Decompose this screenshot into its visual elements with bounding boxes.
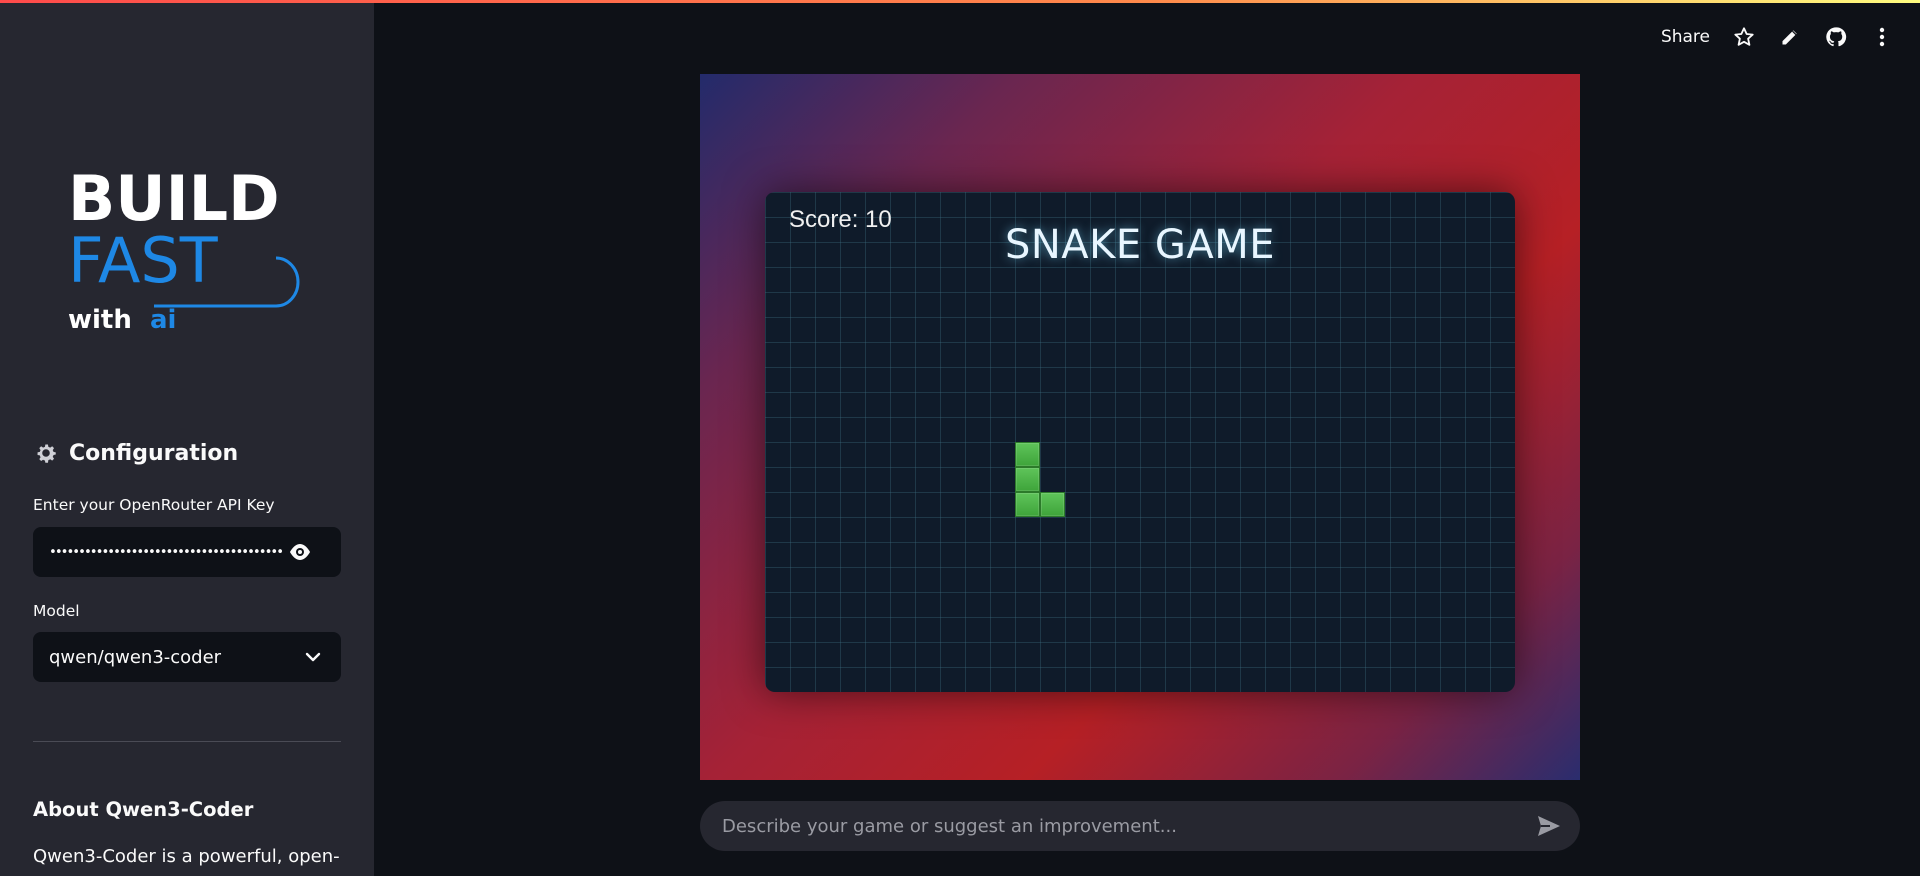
gear-icon bbox=[33, 440, 59, 466]
chevron-down-icon[interactable] bbox=[303, 647, 323, 667]
api-key-field[interactable]: •••••••••••••••••••••••••••••••••••••••• bbox=[33, 527, 341, 577]
github-icon[interactable] bbox=[1824, 25, 1848, 49]
chat-input-bar bbox=[700, 801, 1580, 851]
snake-segment bbox=[1015, 442, 1040, 467]
api-key-value[interactable]: •••••••••••••••••••••••••••••••••••••••• bbox=[49, 545, 289, 560]
model-label: Model bbox=[33, 602, 80, 620]
snake-segment bbox=[1015, 492, 1040, 517]
model-select[interactable]: qwen/qwen3-coder bbox=[33, 632, 341, 682]
build-fast-with-ai-logo: BUILD FAST with ai bbox=[68, 162, 300, 335]
logo-line3-prefix: with bbox=[68, 305, 132, 335]
configuration-title: Configuration bbox=[69, 440, 239, 466]
share-button[interactable]: Share bbox=[1661, 27, 1710, 47]
configuration-header: Configuration bbox=[33, 440, 238, 466]
edit-icon[interactable] bbox=[1778, 25, 1802, 49]
game-frame: Score: 10 SNAKE GAME bbox=[700, 74, 1580, 780]
model-select-value: qwen/qwen3-coder bbox=[49, 646, 222, 668]
snake-segment bbox=[1040, 492, 1065, 517]
logo-line3-suffix: ai bbox=[150, 305, 176, 335]
star-icon[interactable] bbox=[1732, 25, 1756, 49]
snake-game-board[interactable]: Score: 10 SNAKE GAME bbox=[765, 192, 1515, 692]
chat-input[interactable] bbox=[722, 815, 1502, 837]
api-key-label: Enter your OpenRouter API Key bbox=[33, 496, 275, 514]
about-text: Qwen3-Coder is a powerful, open- bbox=[33, 846, 340, 867]
game-title: SNAKE GAME bbox=[1004, 222, 1276, 268]
sidebar-divider bbox=[33, 741, 341, 742]
sidebar: BUILD FAST with ai Configuration Enter y… bbox=[0, 0, 374, 876]
logo-line2: FAST bbox=[68, 224, 219, 297]
top-decoration-stripe bbox=[0, 0, 1920, 3]
send-icon[interactable] bbox=[1536, 814, 1562, 838]
about-title: About Qwen3-Coder bbox=[33, 798, 254, 821]
more-vertical-icon[interactable] bbox=[1870, 25, 1894, 49]
eye-icon[interactable] bbox=[287, 540, 313, 564]
app-toolbar: Share bbox=[1661, 20, 1894, 54]
snake-segment bbox=[1015, 467, 1040, 492]
